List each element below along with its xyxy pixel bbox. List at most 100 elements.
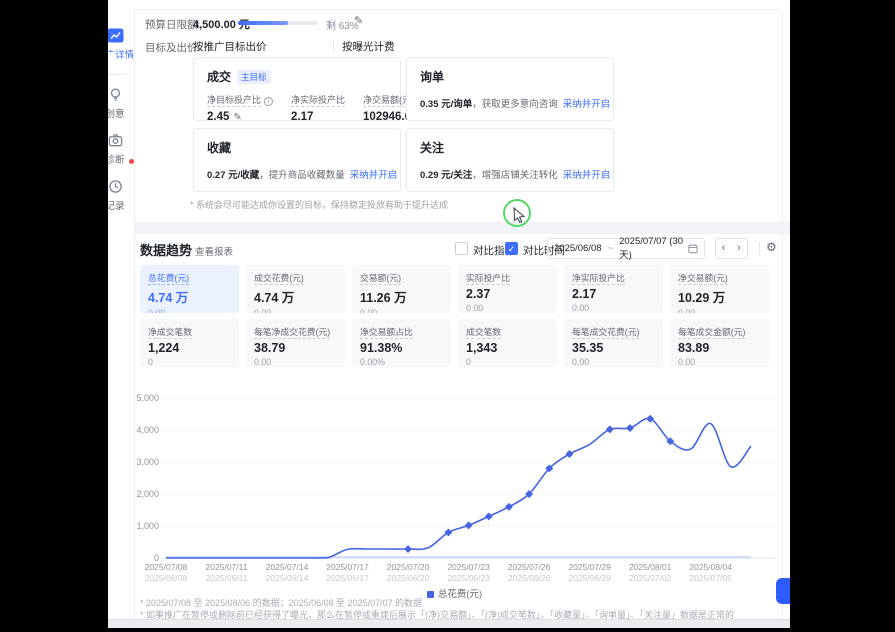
tile-value: 83.89	[678, 341, 761, 355]
bid-option-by-goal[interactable]: 按推广目标出价	[193, 39, 267, 54]
svg-text:2025/07/23: 2025/07/23	[447, 562, 490, 572]
view-report-link[interactable]: 查看报表	[195, 244, 233, 258]
next-period-button[interactable]: ›	[731, 238, 748, 259]
budget-slider[interactable]	[238, 21, 318, 25]
tile-label: 成交花费(元)	[254, 273, 304, 285]
prev-period-button[interactable]: ‹	[715, 238, 732, 259]
tile-label: 交易额(元)	[360, 273, 401, 285]
divider	[759, 242, 760, 255]
date-end: 2025/07/07 (30天)	[619, 236, 688, 261]
history-icon	[108, 179, 123, 195]
svg-text:2025/06/20: 2025/06/20	[387, 573, 430, 583]
tile-label: 净实际投产比	[572, 273, 625, 285]
metric-tile[interactable]: 净成交笔数1,2240	[140, 319, 239, 367]
metric-tile[interactable]: 净实际投产比 2.17 0.00	[564, 265, 663, 313]
metric-tile[interactable]: 实际投产比2.370.00	[458, 265, 557, 313]
right-divider	[782, 10, 783, 618]
tile-value: 38.79	[254, 341, 337, 355]
card-title: 收藏	[207, 141, 231, 155]
svg-text:2025/07/20: 2025/07/20	[387, 562, 430, 572]
tile-value: 2.17	[572, 287, 655, 301]
tile-label: 每笔净成交花费(元)	[254, 327, 330, 339]
tile-compare-value: 0.00	[148, 308, 231, 313]
svg-text:2025/06/23: 2025/06/23	[447, 573, 490, 583]
letterbox-right	[790, 0, 895, 632]
letterbox-left	[0, 0, 108, 632]
metric-tile[interactable]: 每笔成交花费(元)35.350.00	[564, 319, 663, 367]
goal-metric: 净目标投产比i2.45✎	[207, 93, 273, 123]
legend-label: 总花费(元)	[438, 589, 482, 600]
tile-label: 每笔成交花费(元)	[572, 327, 639, 339]
suggestion-desc: ，增强店铺关注转化	[472, 170, 558, 181]
tile-value: 4.74 万	[254, 287, 337, 306]
info-icon[interactable]: i	[264, 97, 273, 106]
metric-tile[interactable]: 总花费(元)4.74 万0.00	[140, 265, 239, 313]
svg-text:2025/07/11: 2025/07/11	[206, 562, 248, 572]
svg-text:2025/07/02: 2025/07/02	[629, 573, 672, 583]
metric-tile[interactable]: 净交易额占比91.38%0.00%	[352, 319, 451, 367]
tile-compare-value: 0	[148, 357, 231, 367]
metric-tile[interactable]: 每笔成交金额(元) 83.89 0.00	[670, 319, 769, 367]
metric-tile[interactable]: 成交花费(元)4.74 万0.00	[246, 265, 345, 313]
inquiry-goal-card: 询单 0.35 元/询单，获取更多意向咨询采纳并开启	[406, 57, 614, 121]
trend-chart[interactable]: 01,0002,0003,0004,0005,0002025/07/082025…	[133, 388, 778, 584]
primary-goal-badge: 主目标	[237, 70, 271, 84]
tile-label: 实际投产比	[466, 273, 510, 285]
svg-text:1,000: 1,000	[136, 521, 159, 531]
adopt-enable-link[interactable]: 采纳并开启	[563, 99, 611, 110]
svg-text:3,000: 3,000	[136, 457, 159, 467]
tile-value: 11.26 万	[360, 287, 443, 306]
section-gap	[135, 222, 790, 234]
pencil-icon[interactable]: ✎	[233, 112, 241, 123]
follow-goal-card: 关注 0.29 元/关注，增强店铺关注转化采纳并开启	[406, 128, 614, 192]
ad-detail-panel: 推广详情创意诊断记录 预算日限额: 4,500.00 元 剩 63% ✎ 目标及…	[95, 0, 792, 632]
date-range-picker[interactable]: 2025/06/08 ~ 2025/07/07 (30天)	[547, 238, 705, 259]
bottom-scroll-track[interactable]	[108, 619, 790, 628]
svg-text:2025/06/17: 2025/06/17	[326, 573, 369, 583]
letterbox-bottom	[0, 628, 895, 632]
metric-tile[interactable]: 成交笔数1,3430	[458, 319, 557, 367]
metric-value: 2.17	[291, 111, 313, 123]
tile-label: 成交笔数	[466, 327, 501, 339]
tile-label: 净交易额(元)	[678, 273, 728, 285]
tile-compare-value: 0	[466, 357, 549, 367]
tile-compare-value: 0.00	[572, 357, 655, 367]
notification-dot	[129, 159, 134, 164]
svg-text:2025/07/26: 2025/07/26	[508, 562, 551, 572]
gear-icon[interactable]: ⚙	[766, 240, 777, 254]
tile-label: 净交易额占比	[360, 327, 413, 339]
pencil-icon[interactable]: ✎	[354, 14, 363, 27]
compare-time-checkbox[interactable]: ✓	[505, 242, 518, 255]
screen: 推广详情创意诊断记录 预算日限额: 4,500.00 元 剩 63% ✎ 目标及…	[0, 0, 895, 632]
date-start: 2025/06/08	[554, 243, 602, 254]
bid-option-by-impression[interactable]: 按曝光计费	[342, 39, 395, 54]
card-title: 成交	[207, 70, 231, 84]
tile-value: 4.74 万	[148, 287, 231, 306]
svg-text:2025/06/08: 2025/06/08	[145, 573, 188, 583]
tile-compare-value: 0.00	[678, 357, 761, 367]
adopt-enable-link[interactable]: 采纳并开启	[563, 170, 611, 181]
adopt-enable-link[interactable]: 采纳并开启	[350, 170, 398, 181]
goal-metric: 净实际投产比2.17	[291, 93, 345, 123]
metric-tile[interactable]: 交易额(元)11.26 万0.00	[352, 265, 451, 313]
svg-text:2025/07/08: 2025/07/08	[145, 562, 188, 572]
card-title: 询单	[420, 70, 444, 84]
svg-text:2025/07/29: 2025/07/29	[568, 562, 611, 572]
metric-tile[interactable]: 每笔净成交花费(元) 38.79 0.00	[246, 319, 345, 367]
compare-metric-checkbox[interactable]	[455, 242, 468, 255]
date-separator: ~	[608, 243, 614, 254]
metric-tile[interactable]: 净交易额(元) 10.29 万 0.00	[670, 265, 769, 313]
tile-value: 10.29 万	[678, 287, 761, 306]
tile-label: 净成交笔数	[148, 327, 192, 339]
tile-compare-value: 0.00	[254, 357, 337, 367]
favorite-goal-card: 收藏 0.27 元/收藏，提升商品收藏数量采纳并开启	[193, 128, 401, 192]
tile-label: 每笔成交金额(元)	[678, 327, 745, 339]
deal-goal-card: 成交主目标 净目标投产比i2.45✎净实际投产比2.17净交易额(元)10294…	[193, 57, 401, 121]
tile-value: 2.37	[466, 287, 549, 301]
suggestion-price: 0.29 元/关注	[420, 170, 472, 181]
tile-value: 91.38%	[360, 341, 443, 355]
suggestion-desc: ，提升商品收藏数量	[259, 170, 345, 181]
tile-compare-value: 0.00	[678, 308, 761, 313]
idea-icon	[108, 87, 123, 103]
tile-compare-value: 0.00	[572, 303, 655, 313]
